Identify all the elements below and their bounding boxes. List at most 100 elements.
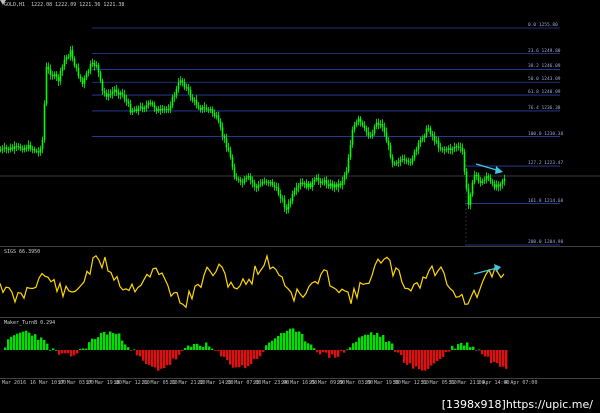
candle-body xyxy=(413,151,416,159)
candle-body xyxy=(365,127,368,133)
candle-body xyxy=(65,57,68,60)
candle-body xyxy=(373,126,376,134)
fib-level-label: 0.0 1255.80 xyxy=(528,23,558,28)
histogram-bar-negative xyxy=(439,350,442,359)
candle-body xyxy=(219,121,222,128)
histogram-bar-negative xyxy=(331,350,334,355)
histogram-bar-negative xyxy=(502,350,505,367)
time-axis-label: Mar 2016 xyxy=(2,380,27,386)
candle-body xyxy=(211,109,214,114)
candle-body xyxy=(303,183,306,185)
candle-body xyxy=(199,107,202,110)
candle-body xyxy=(159,109,162,111)
candle-body xyxy=(335,184,338,188)
candle-body xyxy=(451,148,454,151)
histogram-bar-positive xyxy=(460,342,463,350)
histogram-bar-positive xyxy=(193,343,196,350)
candle-body xyxy=(143,108,146,110)
candle-body xyxy=(257,184,260,188)
histogram-bar-negative xyxy=(412,350,415,369)
candle-body xyxy=(171,96,174,106)
histogram-bar-positive xyxy=(451,345,454,350)
candle-body xyxy=(47,66,50,70)
candle-body xyxy=(241,181,244,183)
histogram-bar-positive xyxy=(82,348,85,350)
time-axis[interactable]: Mar 2016 16 Mar 10:00 17 Mar 03:00 17 Mar 1… xyxy=(0,378,600,390)
histogram-bar-negative xyxy=(496,350,499,363)
histogram-bar-negative xyxy=(58,350,61,355)
candle-body xyxy=(237,178,240,180)
candle-body xyxy=(131,110,134,113)
candle-body xyxy=(73,58,76,66)
candle-body xyxy=(277,187,280,195)
histogram-bar-negative xyxy=(76,350,79,354)
oscillator-canvas[interactable] xyxy=(0,247,600,317)
histogram-bar-positive xyxy=(133,349,136,351)
candle-body xyxy=(401,158,404,160)
candle-body xyxy=(161,108,164,111)
histogram-pane[interactable]: Maker_TurnB 0.294 xyxy=(0,318,600,378)
histogram-bar-positive xyxy=(46,343,49,350)
candle-body xyxy=(325,180,328,185)
candle-body xyxy=(53,74,56,77)
candle-body xyxy=(301,182,304,184)
oscillator-title: SIGS 66.3950 xyxy=(4,249,41,255)
candle-body xyxy=(291,193,294,202)
candle-body xyxy=(497,184,500,187)
candle-body xyxy=(483,180,486,182)
candle-body xyxy=(289,201,292,204)
chart-shift-icon[interactable] xyxy=(0,0,6,6)
histogram-bar-negative xyxy=(490,350,493,364)
candle-body xyxy=(477,174,480,181)
candle-body xyxy=(189,90,192,98)
histogram-canvas[interactable] xyxy=(0,318,600,378)
histogram-bar-positive xyxy=(43,340,46,350)
histogram-bar-negative xyxy=(163,350,166,369)
histogram-bar-negative xyxy=(322,350,325,353)
histogram-bar-positive xyxy=(274,338,277,350)
candle-body xyxy=(213,113,216,117)
histogram-bar-positive xyxy=(382,335,385,350)
histogram-bar-positive xyxy=(355,341,358,350)
candle-body xyxy=(49,69,52,76)
candle-body xyxy=(79,76,82,80)
histogram-bar-positive xyxy=(277,335,280,350)
candle-body xyxy=(117,92,120,95)
candle-body xyxy=(13,146,16,149)
candle-body xyxy=(349,144,352,158)
price-chart-canvas[interactable] xyxy=(0,0,600,246)
histogram-bar-negative xyxy=(340,350,343,352)
candle-body xyxy=(491,181,494,184)
candle-body xyxy=(397,162,400,164)
candle-body xyxy=(5,147,8,149)
histogram-bar-negative xyxy=(334,350,337,358)
oscillator-pane[interactable]: SIGS 66.3950 xyxy=(0,247,600,317)
fib-level-label: 200.0 1204.98 xyxy=(528,240,564,245)
candle-body xyxy=(481,181,484,183)
histogram-bar-positive xyxy=(370,332,373,350)
histogram-bar-positive xyxy=(454,348,457,350)
candle-body xyxy=(183,82,186,88)
histogram-bar-positive xyxy=(7,339,10,350)
candle-body xyxy=(55,74,58,77)
candle-body xyxy=(331,183,334,188)
candle-body xyxy=(3,147,6,149)
histogram-bar-positive xyxy=(376,332,379,350)
candle-body xyxy=(87,71,90,74)
candle-body xyxy=(337,183,340,188)
histogram-bar-negative xyxy=(142,350,145,361)
histogram-bar-positive xyxy=(94,339,97,350)
candle-body xyxy=(475,174,478,176)
histogram-bar-negative xyxy=(499,350,502,367)
histogram-bar-positive xyxy=(112,333,115,350)
candle-body xyxy=(89,64,92,72)
histogram-bar-positive xyxy=(379,336,382,350)
histogram-bar-positive xyxy=(49,349,52,351)
candle-body xyxy=(31,148,34,150)
candle-body xyxy=(75,65,78,68)
candle-body xyxy=(25,147,28,149)
histogram-bar-negative xyxy=(481,350,484,355)
candle-body xyxy=(111,91,114,94)
candle-body xyxy=(311,181,314,187)
price-chart-pane[interactable]: GOLD,H1 1222.08 1222.09 1221.36 1221.38 … xyxy=(0,0,600,246)
